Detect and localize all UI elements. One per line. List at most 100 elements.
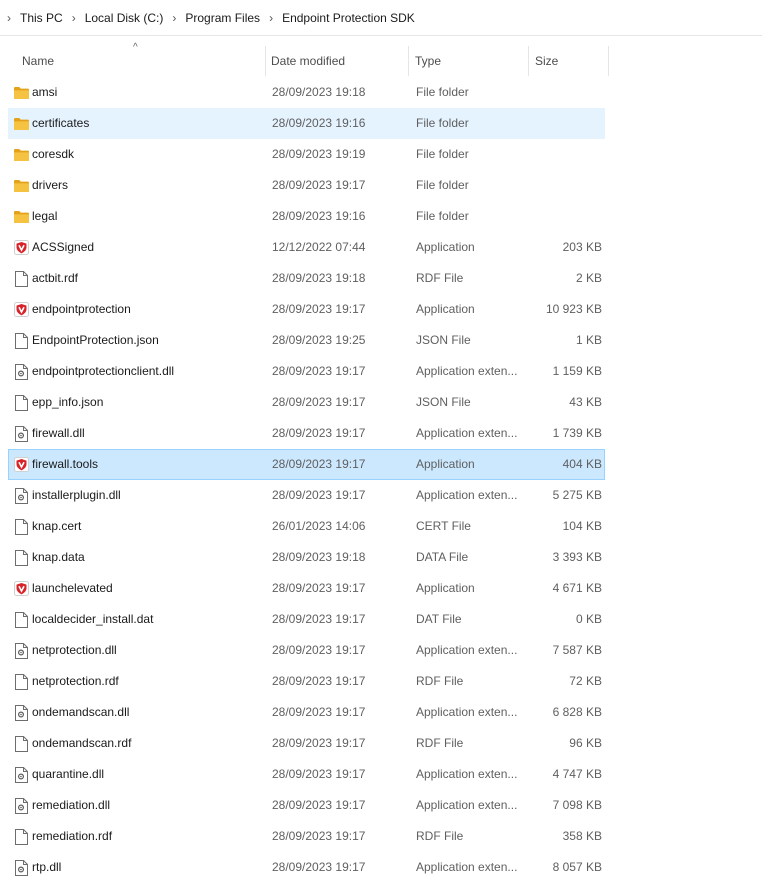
file-date-modified: 28/09/2023 19:17 bbox=[272, 581, 366, 595]
file-date-modified: 28/09/2023 19:17 bbox=[272, 736, 366, 750]
file-row[interactable]: knap.data 28/09/2023 19:18 DATA File 3 393 … bbox=[8, 542, 605, 573]
file-row[interactable]: epp_info.json 28/09/2023 19:17 JSON File 43… bbox=[8, 387, 605, 418]
file-name: endpointprotection bbox=[32, 302, 131, 316]
folder-icon bbox=[12, 171, 30, 200]
file-row[interactable]: endpointprotectionclient.dll 28/09/2023 1… bbox=[8, 356, 605, 387]
file-type: File folder bbox=[416, 209, 469, 223]
file-date-modified: 28/09/2023 19:16 bbox=[272, 116, 366, 130]
file-icon bbox=[12, 326, 30, 355]
file-type: DATA File bbox=[416, 550, 469, 564]
file-date-modified: 28/09/2023 19:17 bbox=[272, 178, 366, 192]
file-type: File folder bbox=[416, 85, 469, 99]
file-icon bbox=[12, 388, 30, 417]
file-row[interactable]: amsi 28/09/2023 19:18 File folder bbox=[8, 77, 605, 108]
column-header-size-label: Size bbox=[535, 54, 559, 68]
file-name: firewall.dll bbox=[32, 426, 85, 440]
file-name: ACSSigned bbox=[32, 240, 95, 254]
file-name: drivers bbox=[32, 178, 69, 192]
file-size: 7 587 KB bbox=[552, 643, 602, 657]
file-row[interactable]: actbit.rdf 28/09/2023 19:18 RDF File 2 KB bbox=[8, 263, 605, 294]
breadcrumb-current-folder[interactable]: Endpoint Protection SDK bbox=[278, 11, 419, 25]
file-type: Application bbox=[416, 240, 475, 254]
file-row[interactable]: ondemandscan.dll 28/09/2023 19:17 Applicat… bbox=[8, 697, 605, 728]
file-row[interactable]: firewall.dll 28/09/2023 19:17 Application … bbox=[8, 418, 605, 449]
file-date-modified: 28/09/2023 19:17 bbox=[272, 798, 366, 812]
file-type: Application bbox=[416, 581, 475, 595]
file-name: knap.cert bbox=[32, 519, 82, 533]
folder-icon bbox=[12, 78, 30, 107]
file-name: ondemandscan.rdf bbox=[32, 736, 132, 750]
dll-icon bbox=[12, 357, 30, 386]
file-row[interactable]: firewall.tools 28/09/2023 19:17 Applicatio… bbox=[8, 449, 605, 480]
file-row[interactable]: ondemandscan.rdf 28/09/2023 19:17 RDF File… bbox=[8, 728, 605, 759]
file-row[interactable]: knap.cert 26/01/2023 14:06 CERT File 104 KB bbox=[8, 511, 605, 542]
file-row[interactable]: ACSSigned 12/12/2022 07:44 Application 203 … bbox=[8, 232, 605, 263]
file-row[interactable]: certificates 28/09/2023 19:16 File folder bbox=[8, 108, 605, 139]
file-row[interactable]: EndpointProtection.json 28/09/2023 19:25 J… bbox=[8, 325, 605, 356]
file-size: 43 KB bbox=[569, 395, 602, 409]
file-name: remediation.dll bbox=[32, 798, 111, 812]
breadcrumb-separator-icon: › bbox=[269, 10, 274, 25]
breadcrumb-program-files[interactable]: Program Files bbox=[181, 11, 264, 25]
file-date-modified: 26/01/2023 14:06 bbox=[272, 519, 366, 533]
file-name: firewall.tools bbox=[32, 457, 99, 471]
file-size bbox=[529, 171, 602, 200]
file-row[interactable]: launchelevated 28/09/2023 19:17 Applicatio… bbox=[8, 573, 605, 604]
file-row[interactable]: netprotection.rdf 28/09/2023 19:17 RDF Fil… bbox=[8, 666, 605, 697]
file-type: RDF File bbox=[416, 736, 464, 750]
file-type: File folder bbox=[416, 178, 469, 192]
file-type: Application exten... bbox=[416, 488, 518, 502]
folder-icon bbox=[12, 202, 30, 231]
file-name: quarantine.dll bbox=[32, 767, 105, 781]
address-bar[interactable]: › This PC › Local Disk (C:) › Program Fi… bbox=[0, 0, 762, 36]
file-date-modified: 28/09/2023 19:18 bbox=[272, 85, 366, 99]
file-row[interactable]: rtp.dll 28/09/2023 19:17 Application exten… bbox=[8, 852, 605, 883]
dll-icon bbox=[12, 853, 30, 882]
file-row[interactable]: endpointprotection 28/09/2023 19:17 Applic… bbox=[8, 294, 605, 325]
file-name: rtp.dll bbox=[32, 860, 62, 874]
file-icon bbox=[12, 822, 30, 851]
file-row[interactable]: legal 28/09/2023 19:16 File folder bbox=[8, 201, 605, 232]
breadcrumb-separator-icon: › bbox=[172, 10, 177, 25]
file-row[interactable]: netprotection.dll 28/09/2023 19:17 Applica… bbox=[8, 635, 605, 666]
shield-app-icon bbox=[12, 233, 30, 262]
breadcrumb: › This PC › Local Disk (C:) › Program Fi… bbox=[0, 0, 419, 36]
file-size: 5 275 KB bbox=[552, 488, 602, 502]
file-row[interactable]: coresdk 28/09/2023 19:19 File folder bbox=[8, 139, 605, 170]
column-header-type[interactable]: Type bbox=[409, 46, 529, 76]
file-type: Application bbox=[416, 457, 475, 471]
file-size: 1 159 KB bbox=[552, 364, 602, 378]
file-type: JSON File bbox=[416, 333, 471, 347]
file-date-modified: 28/09/2023 19:17 bbox=[272, 829, 366, 843]
file-date-modified: 28/09/2023 19:17 bbox=[272, 612, 366, 626]
file-name: remediation.rdf bbox=[32, 829, 113, 843]
file-row[interactable]: remediation.dll 28/09/2023 19:17 Applicati… bbox=[8, 790, 605, 821]
file-type: RDF File bbox=[416, 829, 464, 843]
file-type: Application exten... bbox=[416, 798, 518, 812]
file-type: CERT File bbox=[416, 519, 471, 533]
breadcrumb-local-disk[interactable]: Local Disk (C:) bbox=[81, 11, 168, 25]
shield-app-icon bbox=[12, 450, 30, 479]
file-size: 3 393 KB bbox=[552, 550, 602, 564]
file-name: knap.data bbox=[32, 550, 85, 564]
file-name: netprotection.dll bbox=[32, 643, 117, 657]
file-date-modified: 28/09/2023 19:17 bbox=[272, 302, 366, 316]
file-icon bbox=[12, 543, 30, 572]
file-row[interactable]: installerplugin.dll 28/09/2023 19:17 Appli… bbox=[8, 480, 605, 511]
folder-icon bbox=[12, 140, 30, 169]
file-name: netprotection.rdf bbox=[32, 674, 119, 688]
column-header-date[interactable]: Date modified bbox=[265, 46, 409, 76]
breadcrumb-this-pc[interactable]: This PC bbox=[16, 11, 67, 25]
file-name: installerplugin.dll bbox=[32, 488, 121, 502]
file-row[interactable]: localdecider_install.dat 28/09/2023 19:17… bbox=[8, 604, 605, 635]
file-row[interactable]: quarantine.dll 28/09/2023 19:17 Applicatio… bbox=[8, 759, 605, 790]
file-row[interactable]: drivers 28/09/2023 19:17 File folder bbox=[8, 170, 605, 201]
dll-icon bbox=[12, 419, 30, 448]
column-header-size[interactable]: Size bbox=[529, 46, 609, 76]
file-date-modified: 28/09/2023 19:17 bbox=[272, 643, 366, 657]
column-header-name[interactable]: Name bbox=[16, 46, 266, 76]
file-row[interactable]: remediation.rdf 28/09/2023 19:17 RDF File 3… bbox=[8, 821, 605, 852]
file-name: ondemandscan.dll bbox=[32, 705, 130, 719]
file-type: Application exten... bbox=[416, 643, 518, 657]
file-name: launchelevated bbox=[32, 581, 113, 595]
